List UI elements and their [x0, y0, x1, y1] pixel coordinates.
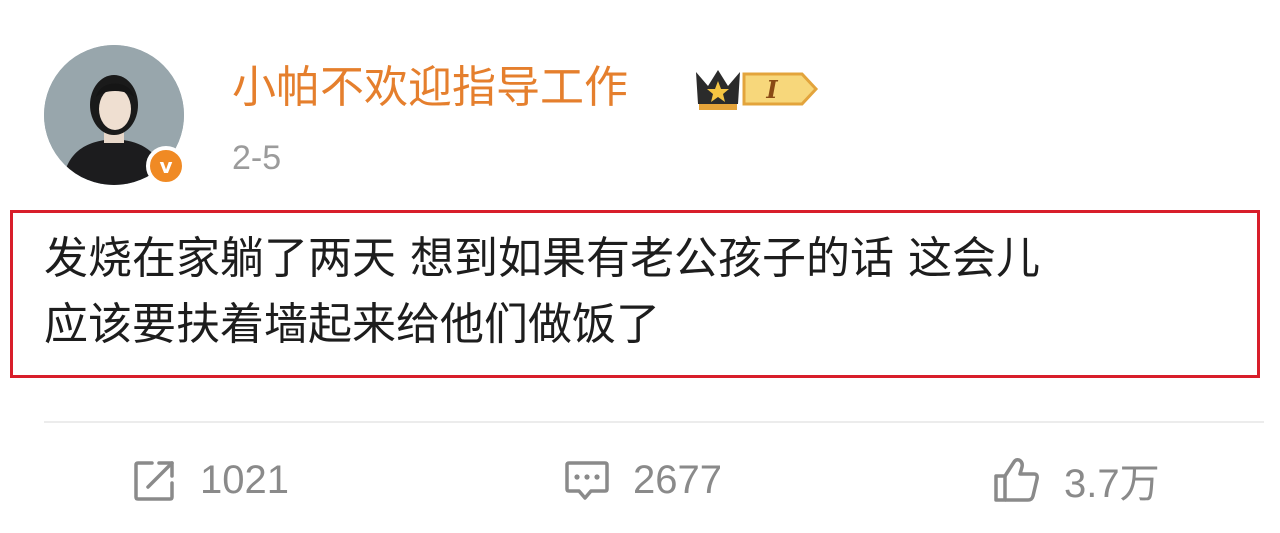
username[interactable]: 小帕不欢迎指导工作: [232, 58, 628, 118]
comment-icon: [565, 461, 609, 500]
post-text: 发烧在家躺了两天 想到如果有老公孩子的话 这会儿 应该要扶着墙起来给他们做饭了: [44, 226, 1244, 358]
comment-count: 2677: [633, 457, 722, 502]
thumbs-up-icon: [994, 458, 1039, 502]
post-text-line-2: 应该要扶着墙起来给他们做饭了: [44, 299, 660, 350]
comment-button[interactable]: 2677: [563, 452, 722, 508]
post-date: 2-5: [232, 139, 282, 177]
like-count: 3.7万: [1064, 462, 1160, 506]
repost-count: 1021: [200, 457, 289, 502]
repost-icon: [134, 461, 174, 501]
vip-level: I: [765, 75, 778, 104]
divider: [44, 421, 1264, 423]
verified-badge: v: [146, 146, 186, 186]
like-button[interactable]: 3.7万: [992, 452, 1160, 508]
repost-button[interactable]: 1021: [132, 452, 289, 508]
crown-icon: I: [696, 70, 819, 110]
post-text-line-1: 发烧在家躺了两天 想到如果有老公孩子的话 这会儿: [44, 233, 1040, 284]
